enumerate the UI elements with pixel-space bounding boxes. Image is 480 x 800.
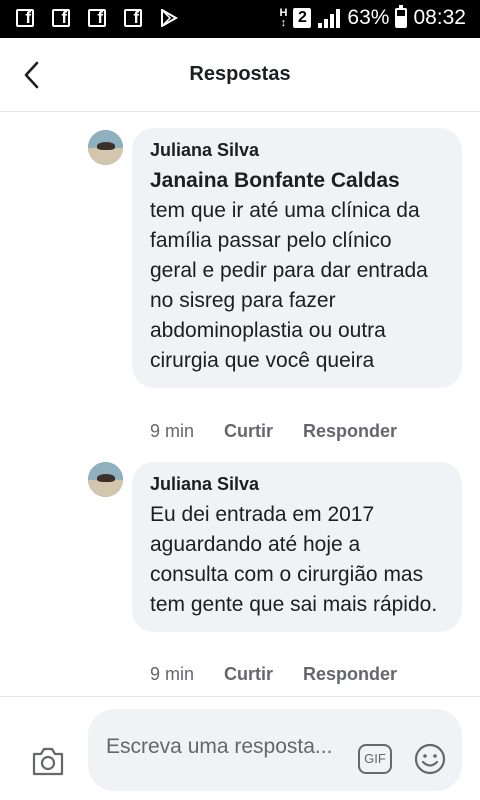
page-title: Respostas	[189, 63, 291, 85]
battery-percent: 63%	[347, 6, 390, 29]
comment-time: 9 min	[150, 421, 195, 441]
network-type: H ↕	[279, 7, 288, 29]
facebook-icon	[124, 8, 142, 28]
comment-body: Eu dei entrada em 2017 aguardando até ho…	[150, 503, 438, 616]
facebook-icon	[88, 8, 106, 28]
comment-author[interactable]: Juliana Silva	[150, 473, 444, 495]
comment-bubble[interactable]: Juliana Silva Eu dei entrada em 2017 agu…	[132, 462, 462, 632]
sim-badge: 2	[293, 8, 312, 28]
comment-actions: 9 min Curtir Responder	[150, 421, 397, 442]
comment-text: Janaina Bonfante Caldas tem que ir até u…	[150, 166, 444, 376]
camera-button[interactable]	[30, 745, 66, 777]
status-bar: H↕ 2 63% 08:32	[0, 0, 480, 38]
like-button[interactable]: Curtir	[224, 421, 273, 442]
comment-body: tem que ir até uma clínica da família pa…	[150, 199, 428, 372]
comment-text: Eu dei entrada em 2017 aguardando até ho…	[150, 500, 444, 620]
play-store-icon	[160, 9, 178, 27]
battery-icon	[395, 5, 408, 28]
status-indicators: H ↕ 2 63% 08:32	[279, 5, 466, 30]
facebook-icon	[52, 8, 70, 28]
reply-composer: Escreva uma resposta... GIF	[0, 696, 480, 800]
avatar[interactable]	[88, 462, 123, 497]
comment-bubble[interactable]: Juliana Silva Janaina Bonfante Caldas te…	[132, 128, 462, 388]
mention-link[interactable]: Janaina Bonfante Caldas	[150, 166, 444, 196]
comment-author[interactable]: Juliana Silva	[150, 139, 444, 161]
comment-actions: 9 min Curtir Responder	[150, 664, 397, 685]
notification-icons	[16, 8, 178, 28]
emoji-button[interactable]	[414, 743, 446, 775]
gif-button[interactable]: GIF	[358, 744, 392, 774]
clock: 08:32	[413, 6, 466, 29]
facebook-icon	[16, 8, 34, 28]
reply-button[interactable]: Responder	[303, 421, 397, 442]
like-button[interactable]: Curtir	[224, 664, 273, 685]
camera-icon	[32, 747, 64, 776]
emoji-icon	[414, 743, 446, 775]
avatar[interactable]	[88, 130, 123, 165]
reply-placeholder[interactable]: Escreva uma resposta...	[106, 733, 346, 761]
reply-button[interactable]: Responder	[303, 664, 397, 685]
signal-icon	[318, 9, 341, 28]
comment-time: 9 min	[150, 664, 195, 684]
reply-input[interactable]: Escreva uma resposta... GIF	[88, 709, 462, 791]
header: Respostas	[0, 38, 480, 112]
